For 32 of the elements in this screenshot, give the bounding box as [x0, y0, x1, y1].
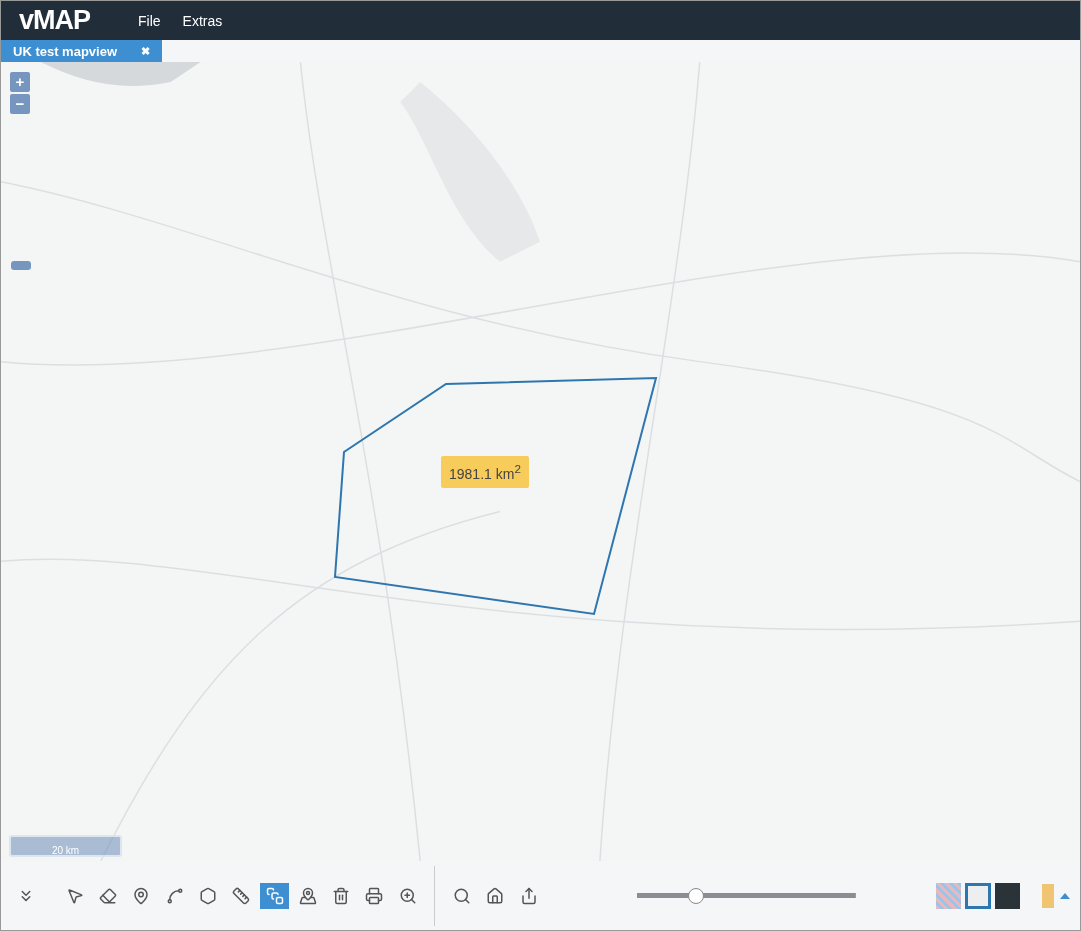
- menu-item[interactable]: Extras: [182, 12, 223, 29]
- curve-icon: [165, 886, 184, 905]
- zoom-in-button[interactable]: +: [10, 72, 30, 92]
- close-button[interactable]: ✖: [141, 44, 151, 58]
- zoom-out-button[interactable]: −: [10, 94, 30, 114]
- area-measure-tool[interactable]: [259, 882, 290, 909]
- squares-icon: [265, 886, 284, 905]
- satellite-basemap-thumbnail[interactable]: [994, 882, 1021, 909]
- map-tab[interactable]: UK test mapview ✖: [1, 40, 163, 62]
- area-measurement-label: 1981.1 km$^{2}$: [441, 456, 529, 488]
- app-logo: vMAP: [19, 5, 90, 36]
- printer-icon: [365, 886, 384, 905]
- share-icon: [519, 886, 538, 905]
- layer-color-swatch[interactable]: [1042, 883, 1054, 908]
- slider-thumb[interactable]: [688, 887, 705, 904]
- tab-label: UK test mapview: [13, 43, 118, 59]
- light-basemap-thumbnail[interactable]: [965, 882, 991, 909]
- caret-icon[interactable]: [1059, 892, 1070, 899]
- pointer-icon: [65, 886, 84, 905]
- menu-item[interactable]: File: [138, 12, 161, 29]
- eraser-icon: [99, 886, 118, 905]
- trash-icon: [332, 886, 351, 905]
- home-icon: [486, 886, 505, 905]
- search-icon: [453, 886, 471, 905]
- street-basemap-thumbnail[interactable]: [935, 882, 962, 909]
- hexagon-icon: [199, 886, 218, 905]
- map-pin-icon: [132, 886, 151, 905]
- map-pin-icon: [298, 886, 317, 905]
- scale-bar: 20 km: [9, 835, 122, 857]
- zoom-in-icon: [398, 886, 417, 905]
- panel-handle[interactable]: [11, 261, 31, 270]
- ruler-icon: [232, 886, 251, 905]
